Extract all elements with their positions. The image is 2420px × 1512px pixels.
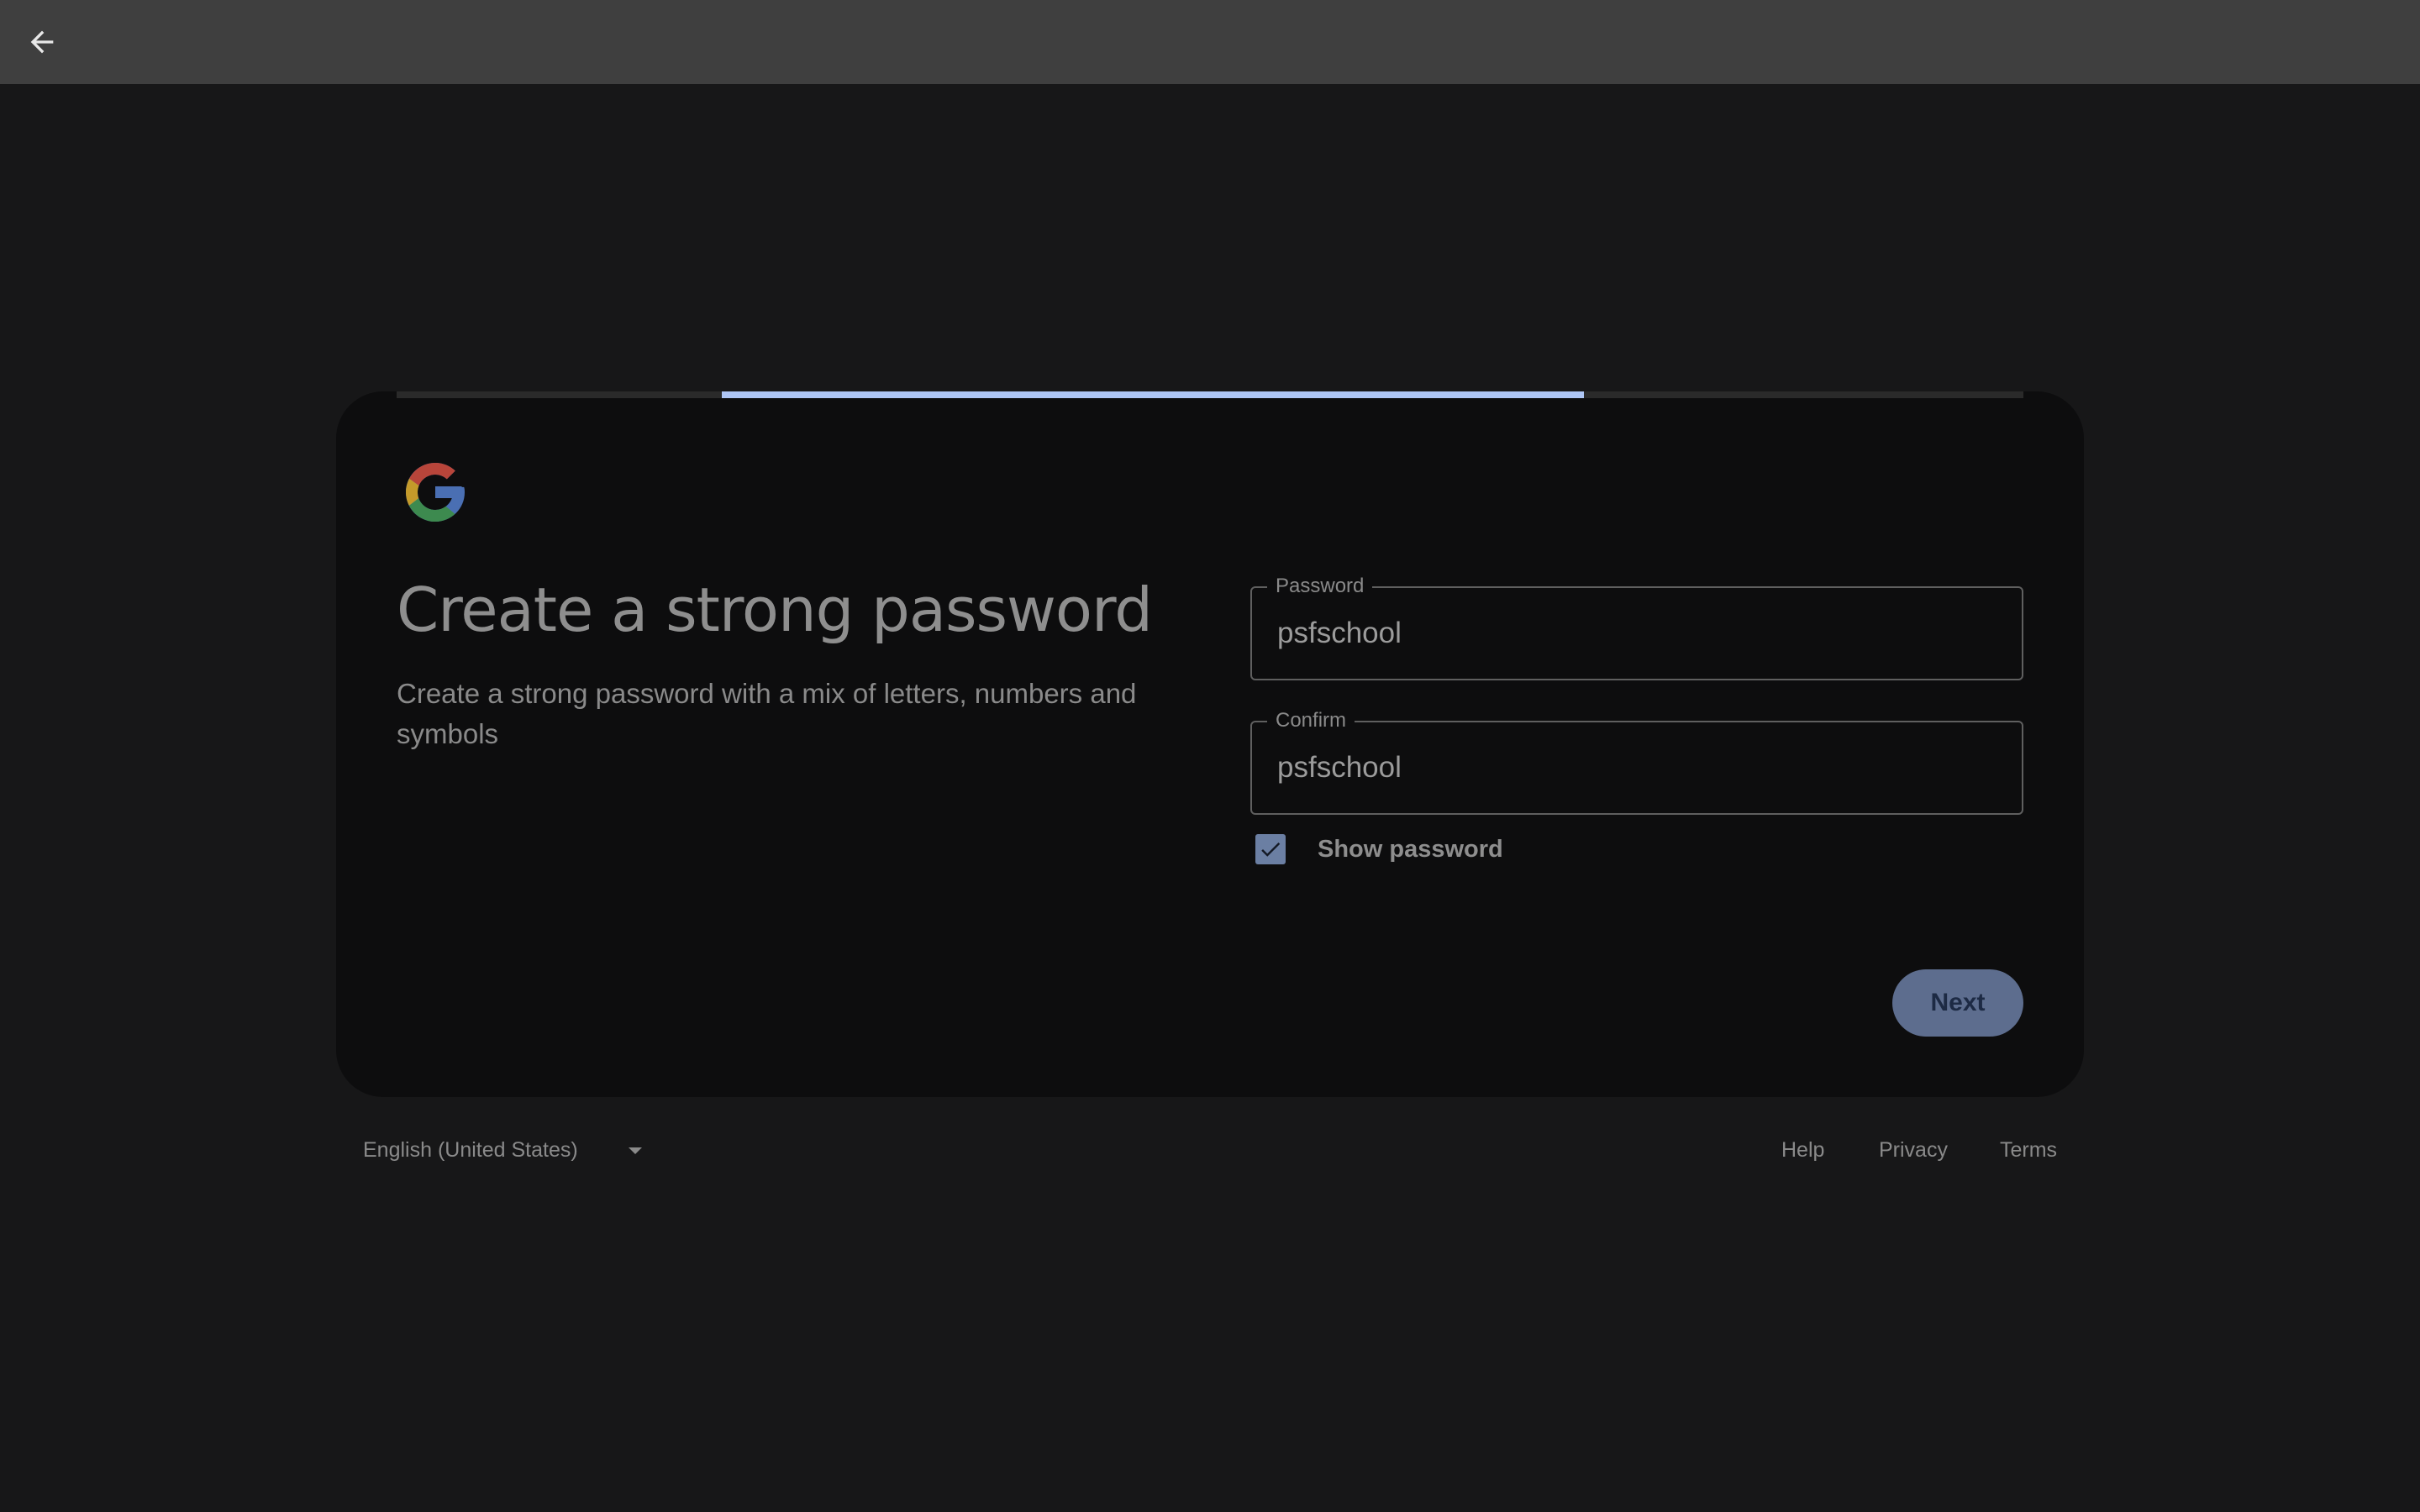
- page-subtitle: Create a strong password with a mix of l…: [397, 678, 1137, 749]
- terms-link[interactable]: Terms: [2000, 1131, 2057, 1169]
- show-password-checkbox[interactable]: [1255, 834, 1286, 864]
- page-title: Create a strong password: [397, 575, 1153, 645]
- confirm-field[interactable]: Confirm: [1250, 709, 2023, 815]
- caret-down-icon: [629, 1147, 642, 1154]
- language-selector-label: English (United States): [363, 1138, 578, 1162]
- privacy-link[interactable]: Privacy: [1879, 1131, 1948, 1169]
- help-link[interactable]: Help: [1781, 1131, 1824, 1169]
- back-button[interactable]: [18, 18, 66, 66]
- show-password-label[interactable]: Show password: [1318, 832, 1503, 867]
- checkmark-icon: [1261, 843, 1281, 857]
- password-input[interactable]: [1277, 588, 2000, 679]
- progress-bar-fill: [722, 391, 1585, 398]
- confirm-input[interactable]: [1277, 722, 2000, 813]
- google-logo: [406, 463, 465, 522]
- language-selector[interactable]: English (United States): [363, 1131, 649, 1169]
- password-field[interactable]: Password: [1250, 575, 2023, 680]
- arrow-left-icon: [30, 30, 54, 54]
- top-bar: [0, 0, 2420, 84]
- next-button[interactable]: Next: [1892, 969, 2023, 1037]
- progress-bar: [397, 391, 2023, 398]
